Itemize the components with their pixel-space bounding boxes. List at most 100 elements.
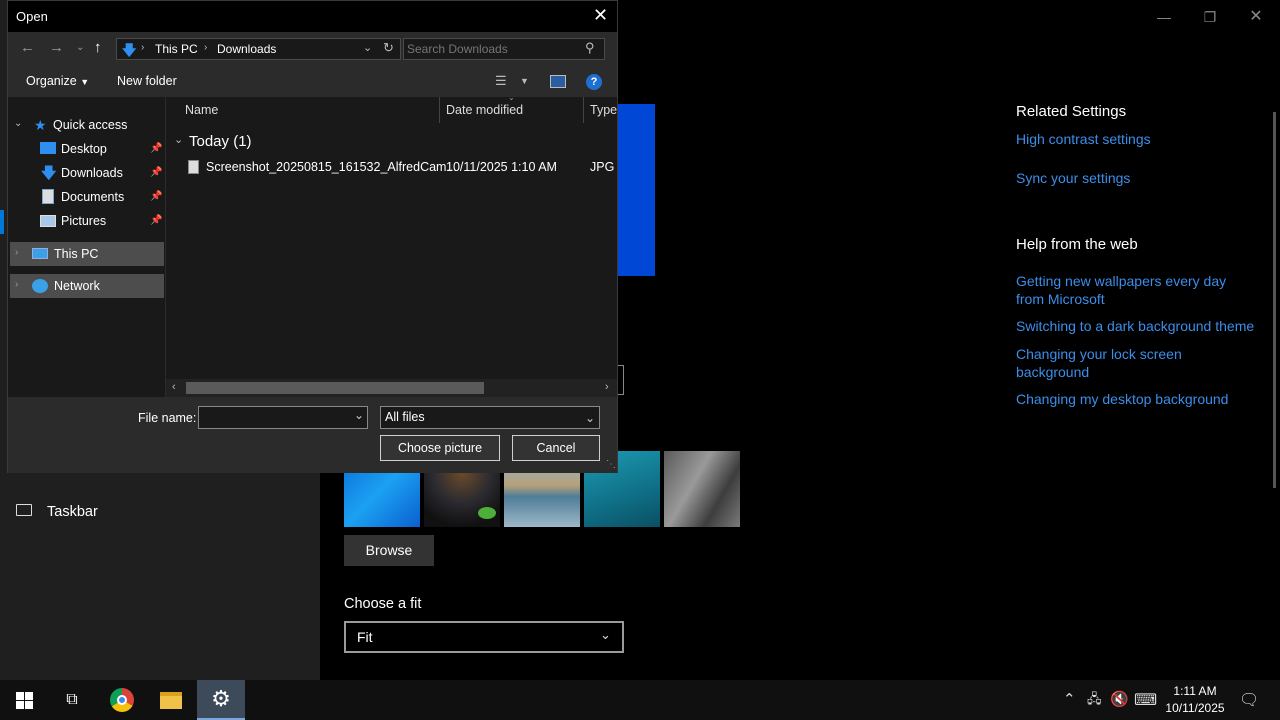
dialog-close-icon[interactable]: ✕: [593, 5, 608, 26]
keyboard-icon[interactable]: ⌨: [1134, 690, 1157, 710]
background-preview: [618, 104, 655, 276]
expand-chevron-icon[interactable]: ⌄: [14, 118, 22, 129]
help-link-lock-screen[interactable]: Changing your lock screen background: [1016, 345, 1216, 381]
file-row[interactable]: Screenshot_20250815_161532_AlfredCam... …: [186, 157, 617, 179]
scroll-left-icon[interactable]: ‹: [172, 381, 176, 393]
nav-pictures[interactable]: Pictures: [61, 210, 106, 232]
close-window-button[interactable]: ✕: [1233, 6, 1279, 28]
cancel-button[interactable]: Cancel: [512, 435, 600, 461]
group-collapse-icon[interactable]: ⌄: [174, 133, 183, 146]
view-options-icon[interactable]: ☰: [495, 73, 507, 89]
help-link-desktop-bg[interactable]: Changing my desktop background: [1016, 390, 1266, 408]
scrollbar-thumb[interactable]: [186, 382, 484, 394]
high-contrast-link[interactable]: High contrast settings: [1016, 130, 1266, 148]
related-settings-heading: Related Settings: [1016, 103, 1127, 120]
choose-picture-button[interactable]: Choose picture: [380, 435, 500, 461]
choose-fit-label: Choose a fit: [344, 596, 422, 612]
sort-indicator-icon: ⌄: [508, 93, 515, 102]
caret-down-icon: ▼: [80, 77, 90, 87]
pin-icon: 📌: [150, 167, 163, 178]
notifications-icon[interactable]: 🗨: [1239, 690, 1259, 710]
file-name-dropdown-icon[interactable]: ⌄: [354, 408, 364, 422]
file-explorer-icon[interactable]: [147, 680, 195, 720]
wallpaper-thumb-5[interactable]: [664, 451, 740, 527]
help-link-dark-theme[interactable]: Switching to a dark background theme: [1016, 317, 1266, 335]
search-input[interactable]: [407, 40, 577, 58]
file-type-filter-value: All files: [385, 410, 425, 424]
sync-settings-link[interactable]: Sync your settings: [1016, 169, 1266, 187]
address-dropdown-icon[interactable]: ⌄: [363, 41, 372, 54]
nav-selection-indicator: [0, 210, 4, 234]
file-type-filter[interactable]: All files ⌄: [380, 406, 600, 429]
column-type[interactable]: Type: [590, 97, 617, 123]
file-name-label: File name:: [138, 411, 197, 425]
taskbar: ⧉ ⚙ ⌃ 🖧 🔇 ⌨ 1:11 AM 10/11/2025 🗨: [0, 680, 1280, 720]
address-bar[interactable]: 🡇 › This PC › Downloads ⌄ ↻: [116, 38, 401, 60]
resize-grip-icon[interactable]: ⋱: [606, 459, 616, 470]
column-divider[interactable]: [583, 97, 584, 123]
this-pc-icon: [32, 248, 48, 259]
organize-label: Organize: [26, 74, 77, 88]
minimize-button[interactable]: —: [1141, 6, 1187, 28]
clock[interactable]: 1:11 AM 10/11/2025: [1160, 683, 1230, 717]
file-type: JPG F: [590, 160, 617, 174]
volume-muted-icon[interactable]: 🔇: [1110, 690, 1129, 708]
browse-button[interactable]: Browse: [344, 535, 434, 566]
settings-gear-icon[interactable]: ⚙: [197, 680, 245, 720]
downloads-icon: 🡇: [41, 165, 57, 182]
help-icon[interactable]: ?: [586, 74, 602, 90]
scroll-right-icon[interactable]: ›: [605, 381, 609, 393]
task-view-icon[interactable]: ⧉: [48, 680, 96, 720]
start-button[interactable]: [0, 680, 48, 720]
help-link-wallpapers[interactable]: Getting new wallpapers every day from Mi…: [1016, 272, 1246, 308]
quick-access-star-icon: ★: [34, 117, 47, 133]
fit-dropdown[interactable]: Fit ⌄: [344, 621, 624, 653]
nav-downloads[interactable]: Downloads: [61, 162, 123, 184]
preview-edge: [618, 365, 624, 395]
nav-quick-access[interactable]: Quick access: [53, 114, 127, 136]
forward-arrow-icon[interactable]: →: [49, 39, 64, 56]
breadcrumb-chevron-icon: ›: [141, 42, 145, 53]
horizontal-scrollbar[interactable]: ‹ ›: [166, 379, 617, 397]
taskbar-nav-item[interactable]: Taskbar: [47, 504, 98, 520]
dialog-titlebar: Open ✕: [8, 1, 617, 32]
collapse-chevron-icon[interactable]: ›: [15, 279, 18, 290]
collapse-chevron-icon[interactable]: ›: [15, 247, 18, 258]
documents-icon: [42, 189, 54, 204]
column-name[interactable]: Name: [185, 97, 218, 123]
breadcrumb-downloads[interactable]: Downloads: [217, 42, 276, 56]
nav-network[interactable]: Network: [54, 275, 100, 297]
settings-scrollbar[interactable]: [1273, 112, 1276, 488]
chrome-icon[interactable]: [98, 680, 146, 720]
restore-button[interactable]: ❐: [1187, 6, 1233, 28]
recent-locations-icon[interactable]: ⌄: [76, 42, 84, 53]
navigation-pane: ⌄ ★ Quick access Desktop 📌 🡇 Downloads 📌…: [8, 97, 165, 397]
chevron-down-icon: ⌄: [600, 627, 611, 642]
back-arrow-icon[interactable]: ←: [20, 39, 35, 56]
pin-icon: 📌: [150, 191, 163, 202]
up-arrow-icon[interactable]: ↑: [94, 39, 102, 56]
network-tray-icon[interactable]: 🖧: [1087, 690, 1102, 712]
nav-documents[interactable]: Documents: [61, 186, 124, 208]
dialog-toolbar: Organize ▼ New folder ☰ ▼ ?: [8, 67, 617, 97]
view-dropdown-icon[interactable]: ▼: [520, 76, 529, 86]
breadcrumb-this-pc[interactable]: This PC: [155, 42, 198, 56]
search-icon: ⚲: [585, 40, 595, 55]
column-divider[interactable]: [439, 97, 440, 123]
file-name-input[interactable]: [198, 406, 368, 429]
show-hidden-icons-chevron[interactable]: ⌃: [1063, 690, 1076, 708]
refresh-icon[interactable]: ↻: [383, 40, 394, 56]
nav-desktop[interactable]: Desktop: [61, 138, 107, 160]
help-heading: Help from the web: [1016, 236, 1138, 253]
new-folder-button[interactable]: New folder: [117, 74, 177, 88]
open-file-dialog: Open ✕ ← → ⌄ ↑ 🡇 › This PC › Downloads ⌄…: [7, 0, 618, 473]
nav-this-pc[interactable]: This PC: [54, 243, 98, 265]
preview-pane-icon[interactable]: [550, 75, 566, 88]
breadcrumb-chevron-icon: ›: [204, 42, 208, 53]
group-header-today[interactable]: Today (1): [189, 133, 252, 150]
file-list-pane: Name Date modified ⌄ Type ⌄ Today (1) Sc…: [166, 93, 617, 397]
search-box[interactable]: ⚲: [403, 38, 605, 60]
dialog-title: Open: [16, 9, 48, 24]
windows-logo-icon: [15, 691, 33, 709]
organize-button[interactable]: Organize ▼: [26, 74, 89, 88]
